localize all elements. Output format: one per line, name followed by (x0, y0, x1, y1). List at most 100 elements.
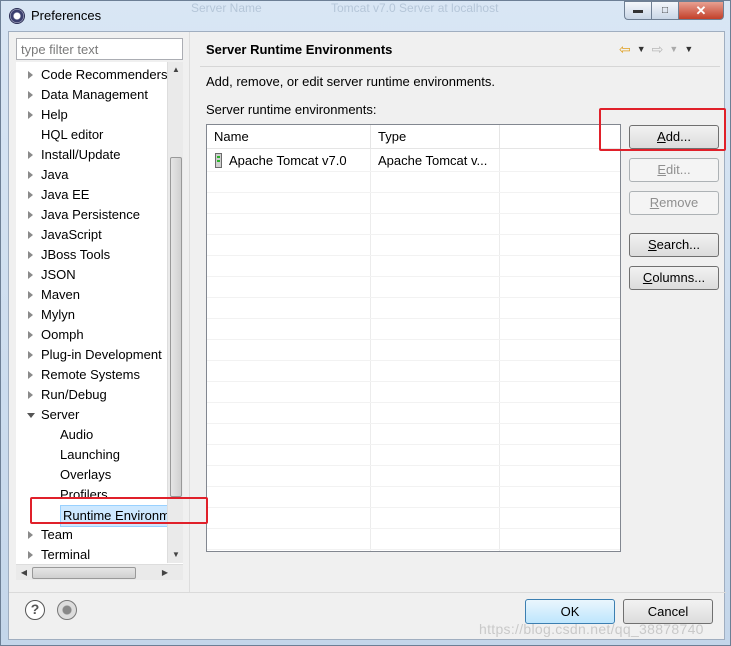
tree-item-label: Overlays (60, 467, 112, 482)
grid-line (207, 255, 620, 256)
grid-line (207, 465, 620, 466)
tree-item-label: Oomph (41, 327, 84, 342)
scrollbar-thumb[interactable] (170, 157, 182, 497)
preference-sharing-icon[interactable] (57, 600, 77, 620)
grid-line (207, 360, 620, 361)
grid-line (207, 276, 620, 277)
grid-line (207, 402, 620, 403)
tree-item-label: Java (41, 167, 69, 182)
back-dropdown-icon[interactable]: ▼ (637, 40, 646, 58)
eclipse-icon (9, 8, 25, 24)
background-ghost-text: Tomcat v7.0 Server at localhost (331, 1, 499, 15)
grid-line (207, 423, 620, 424)
help-icon[interactable]: ? (25, 600, 45, 620)
search-button[interactable]: Search... (629, 233, 719, 257)
tree-item-label: Team (41, 527, 73, 542)
expand-right-icon[interactable] (28, 71, 33, 79)
grid-line (207, 234, 620, 235)
runtime-table[interactable]: Name Type Apache Tomcat v7.0 Apache Tomc… (206, 124, 621, 552)
expand-right-icon[interactable] (28, 291, 33, 299)
list-label: Server runtime environments: (206, 102, 377, 117)
expand-right-icon[interactable] (28, 311, 33, 319)
tree-item-label: Remote Systems (41, 367, 140, 382)
window-title: Preferences (31, 8, 102, 23)
filter-input[interactable]: type filter text (16, 38, 183, 60)
back-arrow-icon[interactable]: ⇦ (619, 40, 631, 58)
tree-item-label: Server (41, 407, 80, 422)
tree-item-label: JSON (41, 267, 76, 282)
grid-line (207, 339, 620, 340)
scroll-down-icon[interactable]: ▼ (168, 547, 184, 563)
column-header-name[interactable]: Name (207, 125, 371, 149)
forward-dropdown-icon[interactable]: ▼ (669, 40, 678, 58)
expand-right-icon[interactable] (28, 271, 33, 279)
scroll-right-icon[interactable]: ▶ (157, 565, 173, 581)
expand-right-icon[interactable] (28, 551, 33, 559)
tree-item-label: Terminal (41, 547, 91, 562)
expand-right-icon[interactable] (28, 191, 33, 199)
title-bar[interactable]: Preferences Server Name Tomcat v7.0 Serv… (1, 1, 730, 31)
columns-button[interactable]: Columns... (629, 266, 719, 290)
tree-item-label: Help (41, 107, 68, 122)
expand-down-icon[interactable] (27, 413, 35, 418)
tree-item-label: JavaScript (41, 227, 102, 242)
expand-right-icon[interactable] (28, 331, 33, 339)
expand-right-icon[interactable] (28, 111, 33, 119)
view-menu-icon[interactable]: ▼ (684, 40, 693, 58)
close-button[interactable]: ✕ (678, 1, 724, 20)
tree-item-label: Maven (41, 287, 81, 302)
tree-item-label: HQL editor (41, 127, 104, 142)
expand-right-icon[interactable] (28, 531, 33, 539)
server-icon (215, 153, 222, 168)
tree-item-label: Java EE (41, 187, 90, 202)
expand-right-icon[interactable] (28, 171, 33, 179)
tree-item-label: Launching (60, 447, 120, 462)
grid-line (207, 381, 620, 382)
grid-line (207, 297, 620, 298)
tree-item-label: Audio (60, 427, 94, 442)
runtime-type: Apache Tomcat v... (378, 153, 488, 168)
window-controls: ▬ □ ✕ (624, 1, 724, 21)
remove-button[interactable]: Remove (629, 191, 719, 215)
minimize-button[interactable]: ▬ (624, 1, 651, 20)
page-title: Server Runtime Environments (206, 42, 393, 57)
grid-line (207, 507, 620, 508)
grid-line (207, 444, 620, 445)
column-header-type[interactable]: Type (371, 125, 500, 149)
preferences-window: Preferences Server Name Tomcat v7.0 Serv… (0, 0, 731, 646)
grid-line (207, 318, 620, 319)
tree-item-label: Java Persistence (41, 207, 140, 222)
forward-arrow-icon[interactable]: ⇨ (652, 40, 664, 58)
grid-line (207, 528, 620, 529)
expand-right-icon[interactable] (28, 231, 33, 239)
tree-item-label: Plug-in Development (41, 347, 162, 362)
grid-line (207, 171, 620, 172)
page-description: Add, remove, or edit server runtime envi… (206, 74, 496, 89)
edit-button[interactable]: Edit... (629, 158, 719, 182)
scrollbar-thumb[interactable] (32, 567, 136, 579)
tree-vertical-scrollbar[interactable]: ▲ ▼ (167, 62, 183, 563)
expand-right-icon[interactable] (28, 351, 33, 359)
grid-line (207, 486, 620, 487)
tree-item-label: Mylyn (41, 307, 75, 322)
grid-line (207, 213, 620, 214)
runtime-name: Apache Tomcat v7.0 (229, 153, 347, 168)
expand-right-icon[interactable] (28, 91, 33, 99)
tree-item-label: Run/Debug (41, 387, 107, 402)
maximize-button[interactable]: □ (651, 1, 678, 20)
tree-item-label: Install/Update (41, 147, 121, 162)
tree-horizontal-scrollbar[interactable]: ◀ ▶ (16, 564, 183, 580)
expand-right-icon[interactable] (28, 371, 33, 379)
expand-right-icon[interactable] (28, 391, 33, 399)
scroll-up-icon[interactable]: ▲ (168, 62, 184, 78)
scroll-left-icon[interactable]: ◀ (16, 565, 32, 581)
expand-right-icon[interactable] (28, 151, 33, 159)
column-divider (370, 149, 371, 551)
expand-right-icon[interactable] (28, 251, 33, 259)
table-header: Name Type (207, 125, 620, 149)
table-row[interactable]: Apache Tomcat v7.0 Apache Tomcat v... (207, 150, 620, 171)
tree-item-label: JBoss Tools (41, 247, 111, 262)
expand-right-icon[interactable] (28, 211, 33, 219)
grid-line (207, 549, 620, 550)
watermark: https://blog.csdn.net/qq_38878740 (479, 621, 704, 637)
